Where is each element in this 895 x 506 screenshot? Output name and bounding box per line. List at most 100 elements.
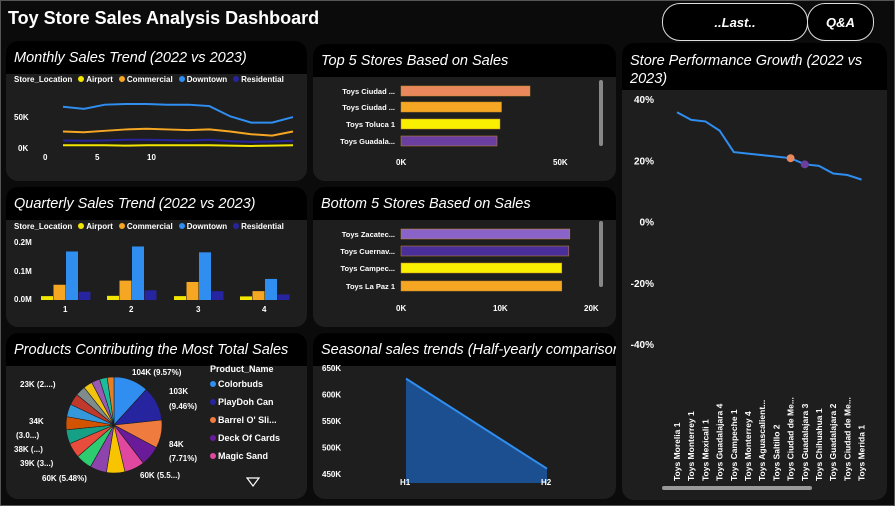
scrollbar[interactable]	[599, 221, 603, 287]
x-tick-label: Toys Saltillo 2	[771, 424, 781, 481]
bar	[400, 101, 502, 113]
x-tick-label: 10K	[493, 304, 508, 313]
x-tick-label: 0K	[396, 304, 406, 313]
x-tick-label: 2	[129, 305, 134, 314]
bar	[400, 280, 563, 292]
bottom5-stores-card[interactable]: Bottom 5 Stores Based on Sales Toys Zaca…	[313, 187, 616, 327]
growth-card[interactable]: Store Performance Growth (2022 vs 2023) …	[622, 43, 887, 500]
bookmark-button[interactable]: ..Last..	[662, 3, 808, 41]
x-tick-label: Toys Guadalajara 2	[828, 403, 838, 481]
bar-airport	[41, 296, 53, 300]
x-tick-label: 5	[95, 153, 100, 162]
bar-residential	[277, 294, 290, 300]
y-tick-label: 0.0M	[14, 295, 32, 304]
qa-button[interactable]: Q&A	[807, 3, 874, 41]
category-label: Toys Toluca 1	[346, 120, 395, 129]
bar-commercial	[186, 281, 199, 300]
bar-downtown	[132, 246, 144, 300]
legend-item-barrel[interactable]: Barrel O' Sli...	[210, 415, 280, 433]
y-tick-label: 450K	[322, 470, 341, 479]
x-tick-label: Toys Ciudad de Me...	[842, 397, 852, 481]
bar-commercial	[53, 284, 66, 300]
legend-item-deck[interactable]: Deck Of Cards	[210, 433, 280, 451]
category-label: Toys Ciudad ...	[342, 87, 395, 96]
x-tick-label: Toys Merida 1	[857, 425, 867, 481]
pie-label: 38K (...)	[14, 445, 43, 454]
seasonal-card[interactable]: Seasonal sales trends (Half-yearly compa…	[313, 333, 616, 499]
bar-airport	[240, 296, 252, 300]
legend: Colorbuds PlayDoh Can Barrel O' Sli... D…	[210, 379, 280, 469]
bar	[400, 118, 501, 130]
scrollbar[interactable]	[599, 80, 603, 146]
y-tick-label: 0%	[640, 218, 655, 229]
y-tick-label: 650K	[322, 364, 341, 373]
top5-stores-card[interactable]: Top 5 Stores Based on Sales Toys Ciudad …	[313, 44, 616, 181]
pie-label: 23K (2....)	[20, 380, 56, 389]
y-tick-label: -40%	[631, 340, 654, 351]
y-tick-label: 0K	[18, 144, 28, 153]
area-fill	[406, 378, 547, 483]
bar	[400, 135, 498, 147]
x-tick-label: 3	[196, 305, 201, 314]
x-tick-label: H2	[541, 478, 552, 487]
legend-item-magic-sand[interactable]: Magic Sand	[210, 451, 280, 469]
x-tick-label: Toys Chihuahua 1	[814, 408, 824, 481]
pie-label: 60K (5.48%)	[42, 474, 87, 483]
pie-label: 34K	[29, 417, 44, 426]
qa-label: Q&A	[826, 14, 855, 30]
bar	[400, 245, 570, 257]
x-tick-label: 10	[147, 153, 156, 162]
dashboard-title: Toy Store Sales Analysis Dashboard	[8, 8, 320, 28]
series-line-residential	[62, 138, 294, 143]
y-tick-label: 0.2M	[14, 238, 32, 247]
monthly-sales-card[interactable]: Monthly Sales Trend (2022 vs 2023) Store…	[6, 41, 307, 181]
highlight-point	[786, 154, 795, 163]
category-label: Toys Cuernav...	[340, 247, 395, 256]
pie-label: (7.71%)	[169, 454, 198, 463]
bar	[400, 228, 571, 240]
x-tick-label: 20K	[584, 304, 599, 313]
category-label: Toys Campec...	[341, 264, 395, 273]
y-tick-label: 0.1M	[14, 267, 32, 276]
x-tick-label: Toys Monterrey 4	[743, 411, 753, 481]
x-tick-label: H1	[400, 478, 411, 487]
monthly-line-chart: 50K 0K 0 5 10	[14, 103, 294, 162]
bar-airport	[174, 296, 186, 300]
x-tick-label: 4	[262, 305, 267, 314]
x-tick-label: Toys Campeche 1	[729, 409, 739, 481]
series-line-commercial	[62, 127, 294, 137]
y-tick-label: 50K	[14, 113, 29, 122]
growth-line-chart: 40% 20% 0% -20% -40% Toys Morelia 1 Toys Monte…	[631, 95, 867, 481]
bar-downtown	[66, 251, 78, 300]
y-tick-label: -20%	[631, 279, 654, 290]
legend-item-colorbuds[interactable]: Colorbuds	[210, 379, 280, 397]
x-tick-label: Toys Morelia 1	[672, 422, 682, 481]
x-tick-label: Toys Guadalajara 3	[800, 403, 810, 481]
pie-label: 104K (9.57%)	[132, 368, 182, 377]
x-tick-label: Toys Ciudad de Me...	[786, 397, 796, 481]
pie-label: 39K (3...)	[20, 459, 54, 468]
bar	[400, 85, 531, 97]
y-tick-label: 20%	[634, 156, 654, 167]
horizontal-scrollbar[interactable]	[662, 486, 812, 490]
growth-line	[676, 111, 862, 181]
category-label: Toys Zacatec...	[342, 230, 395, 239]
y-tick-label: 600K	[322, 391, 341, 400]
highlight-point	[800, 160, 809, 169]
y-tick-label: 40%	[634, 95, 654, 106]
x-tick-label: Toys Monterrey 1	[686, 411, 696, 481]
bar-residential	[211, 291, 224, 300]
top5-bar-chart: Toys Ciudad ... Toys Ciudad ... Toys Toluc…	[340, 85, 568, 167]
x-tick-label: Toys Guadalajara 4	[715, 403, 725, 481]
quarterly-sales-card[interactable]: Quarterly Sales Trend (2022 vs 2023) Sto…	[6, 187, 307, 327]
bar-residential	[78, 291, 91, 300]
bar	[400, 262, 563, 274]
legend-item-playdoh[interactable]: PlayDoh Can	[210, 397, 280, 415]
products-card[interactable]: Products Contributing the Most Total Sal…	[6, 333, 307, 499]
series-line-downtown	[62, 103, 294, 124]
bar-commercial	[252, 291, 265, 300]
x-tick-label: 50K	[553, 158, 568, 167]
y-tick-label: 500K	[322, 444, 341, 453]
legend-scroll-down-icon[interactable]	[246, 477, 260, 487]
quarterly-bar-chart: 0.2M 0.1M 0.0M 1 2 3 4	[14, 238, 290, 314]
